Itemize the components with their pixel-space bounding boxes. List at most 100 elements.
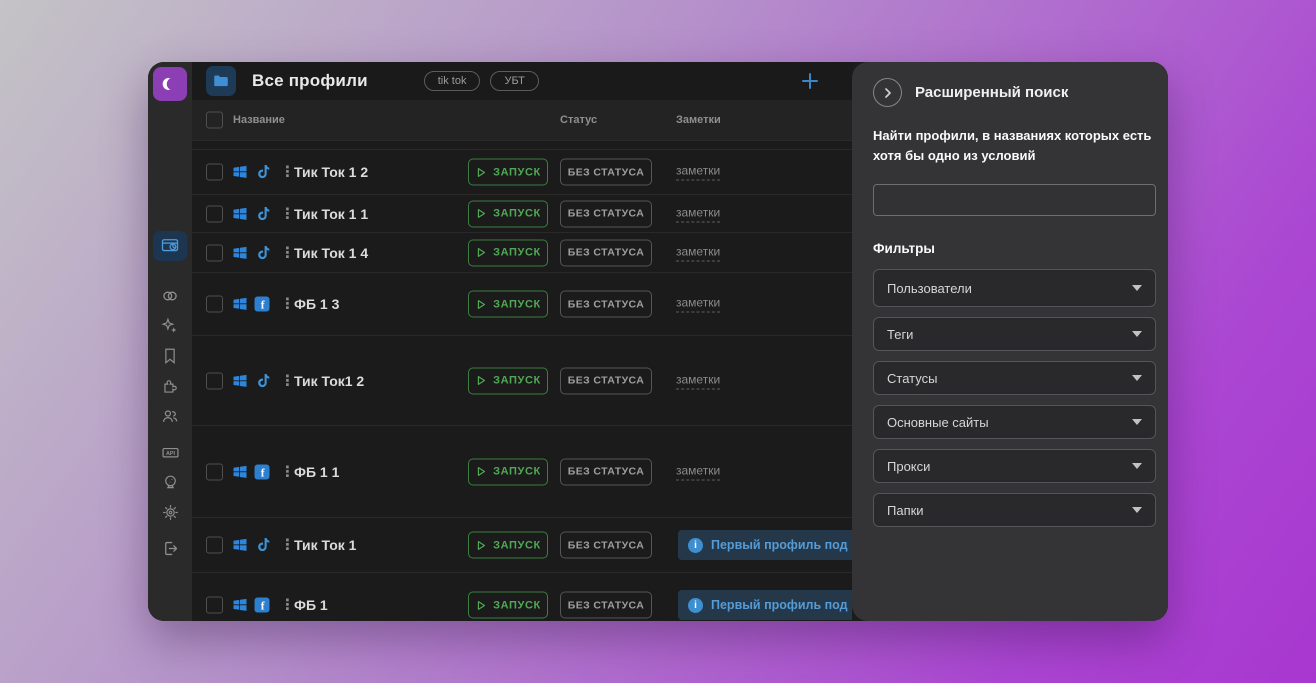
sidebar-item-users[interactable] [153, 401, 187, 431]
row-checkbox[interactable] [206, 205, 223, 222]
select-all-checkbox[interactable] [206, 112, 223, 129]
tiktok-icon [254, 245, 270, 261]
sidebar-item-logout[interactable] [153, 533, 187, 563]
notes-link[interactable]: заметки [676, 463, 720, 480]
profiles-table: f ⋮ Тик Ток 1 2 ЗАПУСК БЕЗ СТАТУСА замет… [192, 141, 852, 621]
row-checkbox[interactable] [206, 537, 223, 554]
tiktok-icon [254, 537, 270, 553]
sidebar-item-bookmarks[interactable] [153, 341, 187, 371]
status-button[interactable]: БЕЗ СТАТУСА [560, 532, 652, 559]
filters-title: Фильтры [873, 241, 1156, 256]
panel-title: Расширенный поиск [915, 84, 1068, 101]
row-menu-icon[interactable]: ⋮ [280, 538, 295, 553]
profile-name: ФБ 1 3 [294, 296, 339, 312]
launch-button[interactable]: ЗАПУСК [468, 367, 548, 394]
svg-text:f: f [261, 601, 265, 613]
svg-text:f: f [261, 467, 265, 479]
play-icon [475, 247, 487, 259]
launch-button[interactable]: ЗАПУСК [468, 200, 548, 227]
sidebar-item-settings[interactable] [153, 497, 187, 527]
filter-dropdown[interactable]: Статусы [873, 361, 1156, 395]
play-icon [475, 599, 487, 611]
launch-button[interactable]: ЗАПУСК [468, 458, 548, 485]
tag-pill[interactable]: tik tok [424, 71, 481, 91]
app-logo[interactable] [153, 67, 187, 101]
folder-icon-button[interactable] [206, 66, 236, 96]
windows-icon [232, 597, 248, 613]
sidebar-item-support[interactable] [153, 467, 187, 497]
note-chip[interactable]: i Первый профиль под ФБ [678, 590, 852, 620]
notes-link[interactable]: заметки [676, 164, 720, 181]
launch-button[interactable]: ЗАПУСК [468, 291, 548, 318]
profile-name: Тик Ток1 2 [294, 373, 364, 389]
row-menu-icon[interactable]: ⋮ [280, 206, 295, 221]
plus-icon [800, 71, 820, 91]
tiktok-icon [254, 373, 270, 389]
collapse-panel-button[interactable] [873, 78, 902, 107]
logout-icon [161, 539, 180, 558]
filter-dropdown[interactable]: Теги [873, 317, 1156, 351]
filter-dropdown[interactable]: Прокси [873, 449, 1156, 483]
tag-pill[interactable]: УБТ [490, 71, 538, 91]
launch-button[interactable]: ЗАПУСК [468, 159, 548, 186]
notes-link[interactable]: заметки [676, 372, 720, 389]
status-button[interactable]: БЕЗ СТАТУСА [560, 239, 652, 266]
status-button[interactable]: БЕЗ СТАТУСА [560, 200, 652, 227]
tag-filters: tik tok УБТ [424, 71, 539, 91]
filter-dropdown[interactable]: Основные сайты [873, 405, 1156, 439]
status-button[interactable]: БЕЗ СТАТУСА [560, 367, 652, 394]
notes-link[interactable]: заметки [676, 205, 720, 222]
status-button[interactable]: БЕЗ СТАТУСА [560, 159, 652, 186]
sidebar-item-extensions[interactable] [153, 371, 187, 401]
sidebar-item-api[interactable]: API [153, 437, 187, 467]
table-row: f ⋮ Тик Ток 1 1 ЗАПУСК БЕЗ СТАТУСА замет… [192, 195, 852, 233]
row-menu-icon[interactable]: ⋮ [280, 598, 295, 613]
row-checkbox[interactable] [206, 296, 223, 313]
profile-name: Тик Ток 1 1 [294, 206, 368, 222]
filter-dropdown[interactable]: Пользователи [873, 269, 1156, 307]
app-window: API [148, 62, 1168, 621]
table-row: f ⋮ Тик Ток 1 ЗАПУСК БЕЗ СТАТУСА i Первы… [192, 518, 852, 573]
play-icon [475, 466, 487, 478]
tiktok-icon [254, 164, 270, 180]
row-checkbox[interactable] [206, 164, 223, 181]
windows-icon [232, 245, 248, 261]
desktop-background: API [0, 0, 1316, 683]
status-button[interactable]: БЕЗ СТАТУСА [560, 458, 652, 485]
status-button[interactable]: БЕЗ СТАТУСА [560, 291, 652, 318]
sidebar-item-automation[interactable] [153, 311, 187, 341]
launch-button[interactable]: ЗАПУСК [468, 239, 548, 266]
row-checkbox[interactable] [206, 597, 223, 614]
play-icon [475, 375, 487, 387]
row-menu-icon[interactable]: ⋮ [280, 464, 295, 479]
row-checkbox[interactable] [206, 244, 223, 261]
row-menu-icon[interactable]: ⋮ [280, 165, 295, 180]
advanced-search-input[interactable] [873, 184, 1156, 216]
launch-button[interactable]: ЗАПУСК [468, 592, 548, 619]
table-row: f ⋮ ФБ 1 ЗАПУСК БЕЗ СТАТУСА i Первый про… [192, 573, 852, 621]
notes-link[interactable]: заметки [676, 244, 720, 261]
chevron-down-icon [1132, 375, 1142, 381]
add-profile-button[interactable] [798, 69, 822, 93]
sidebar-item-proxies[interactable] [153, 281, 187, 311]
filter-dropdown[interactable]: Папки [873, 493, 1156, 527]
info-icon: i [688, 538, 703, 553]
row-menu-icon[interactable]: ⋮ [280, 373, 295, 388]
launch-button[interactable]: ЗАПУСК [468, 532, 548, 559]
row-checkbox[interactable] [206, 463, 223, 480]
profile-name: ФБ 1 [294, 597, 328, 613]
panel-description: Найти профили, в названиях которых есть … [873, 126, 1153, 165]
row-menu-icon[interactable]: ⋮ [280, 297, 295, 312]
note-chip[interactable]: i Первый профиль под Г… [678, 530, 852, 560]
folder-icon [212, 72, 230, 90]
profile-name: Тик Ток 1 4 [294, 245, 368, 261]
sidebar-item-profiles[interactable] [153, 231, 187, 261]
bookmark-icon [161, 347, 179, 365]
play-icon [475, 298, 487, 310]
status-button[interactable]: БЕЗ СТАТУСА [560, 592, 652, 619]
row-checkbox[interactable] [206, 372, 223, 389]
windows-icon [232, 464, 248, 480]
notes-link[interactable]: заметки [676, 296, 720, 313]
row-menu-icon[interactable]: ⋮ [280, 245, 295, 260]
profile-name: Тик Ток 1 2 [294, 164, 368, 180]
